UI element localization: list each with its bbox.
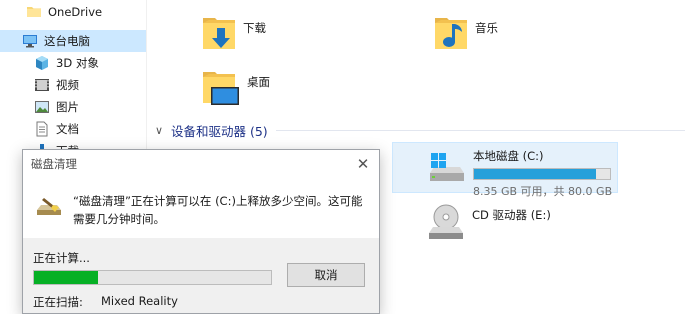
sidebar-item-label: OneDrive [48, 5, 103, 19]
drive-title: 本地磁盘 (C:) [473, 149, 544, 163]
music-folder-icon [433, 14, 469, 55]
sidebar-item-videos[interactable]: 视频 [0, 74, 146, 96]
dialog-message: “磁盘清理”正在计算可以在 (C:)上释放多少空间。这可能需要几分钟时间。 [73, 194, 363, 226]
group-divider [275, 129, 685, 131]
sidebar-item-documents[interactable]: 文档 [0, 118, 146, 140]
sidebar-item-label: 文档 [56, 122, 79, 136]
group-header-label: 设备和驱动器 (5) [171, 123, 268, 139]
pictures-icon [34, 99, 50, 115]
windows-drive-icon [427, 151, 467, 192]
cancel-button[interactable]: 取消 [287, 263, 365, 287]
dialog-titlebar[interactable]: 磁盘清理 ✕ [23, 150, 379, 178]
cd-drive-icon [426, 203, 466, 245]
folder-label: 音乐 [475, 21, 498, 35]
folder-icon [26, 4, 42, 20]
scanning-row: 正在扫描: Mixed Reality [33, 294, 178, 310]
devices-group-header[interactable]: ∨ 设备和驱动器 (5) [155, 121, 685, 139]
chevron-down-icon: ∨ [155, 123, 164, 137]
drive-title: CD 驱动器 (E:) [472, 208, 551, 222]
drive-usage-bar [473, 168, 611, 180]
close-icon[interactable]: ✕ [353, 154, 373, 174]
sidebar-item-3d-objects[interactable]: 3D 对象 [0, 52, 146, 74]
sidebar-item-label: 图片 [56, 100, 79, 114]
documents-icon [34, 121, 50, 137]
drive-usage-fill [474, 169, 596, 179]
folder-tile-desktop[interactable]: 桌面 [201, 68, 270, 111]
folder-tile-music[interactable]: 音乐 [433, 14, 498, 55]
progress-fill [34, 271, 98, 284]
sidebar-item-label: 这台电脑 [44, 34, 90, 48]
sidebar-item-label: 视频 [56, 78, 79, 92]
sidebar-item-label: 3D 对象 [56, 56, 99, 70]
sidebar-item-pictures[interactable]: 图片 [0, 96, 146, 118]
desktop-folder-icon [201, 68, 241, 111]
video-icon [34, 77, 50, 93]
folder-tile-downloads[interactable]: 下载 [201, 14, 266, 55]
drive-tile-e[interactable]: CD 驱动器 (E:) [392, 199, 618, 245]
3d-objects-icon [34, 55, 50, 71]
drive-free-space: 8.35 GB 可用，共 80.0 GB [473, 185, 613, 198]
disk-cleanup-icon [35, 194, 63, 221]
computer-icon [22, 33, 38, 49]
drive-tile-c[interactable]: 本地磁盘 (C:) 8.35 GB 可用，共 80.0 GB [392, 142, 618, 198]
dialog-footer: 正在计算... 取消 正在扫描: Mixed Reality [23, 238, 379, 313]
disk-cleanup-dialog: 磁盘清理 ✕ “磁盘清理”正在计算可以在 (C:)上释放多少空间。这可能需要几分… [22, 149, 380, 314]
scanning-value: Mixed Reality [101, 294, 178, 308]
calculating-label: 正在计算... [33, 251, 90, 265]
scanning-label: 正在扫描: [33, 295, 83, 309]
folder-label: 下载 [243, 21, 266, 35]
progress-bar [33, 270, 272, 285]
downloads-folder-icon [201, 14, 237, 55]
dialog-title: 磁盘清理 [31, 157, 77, 171]
folder-label: 桌面 [247, 75, 270, 89]
sidebar-item-onedrive[interactable]: OneDrive [0, 1, 146, 23]
sidebar-item-this-pc[interactable]: 这台电脑 [0, 30, 146, 52]
